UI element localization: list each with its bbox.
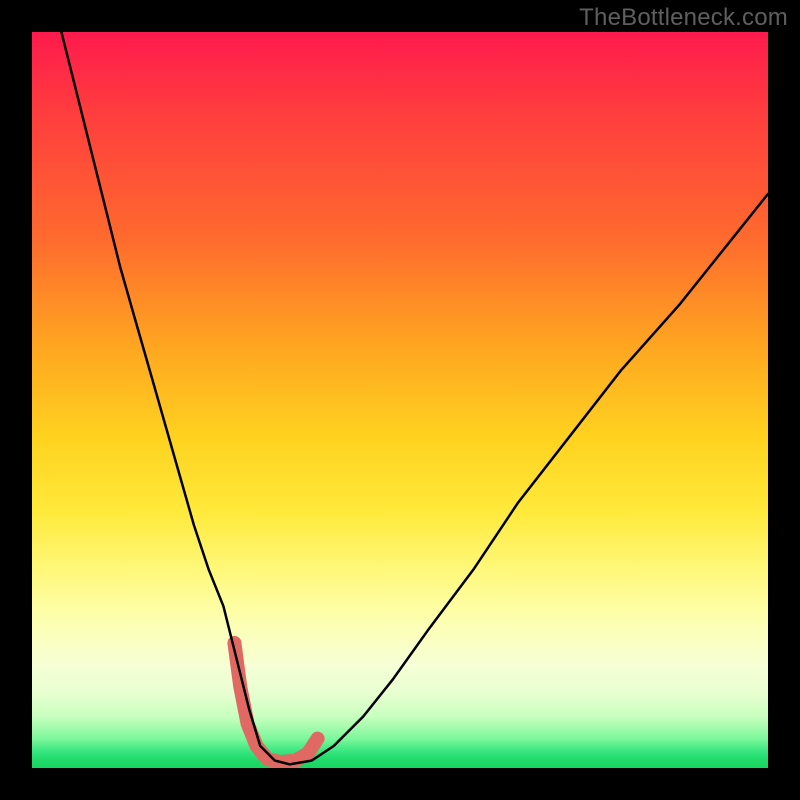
plot-area [32,32,768,768]
chart-frame: TheBottleneck.com [0,0,800,800]
watermark-text: TheBottleneck.com [579,4,788,32]
bottleneck-curve [61,32,768,764]
plot-svg [32,32,768,768]
